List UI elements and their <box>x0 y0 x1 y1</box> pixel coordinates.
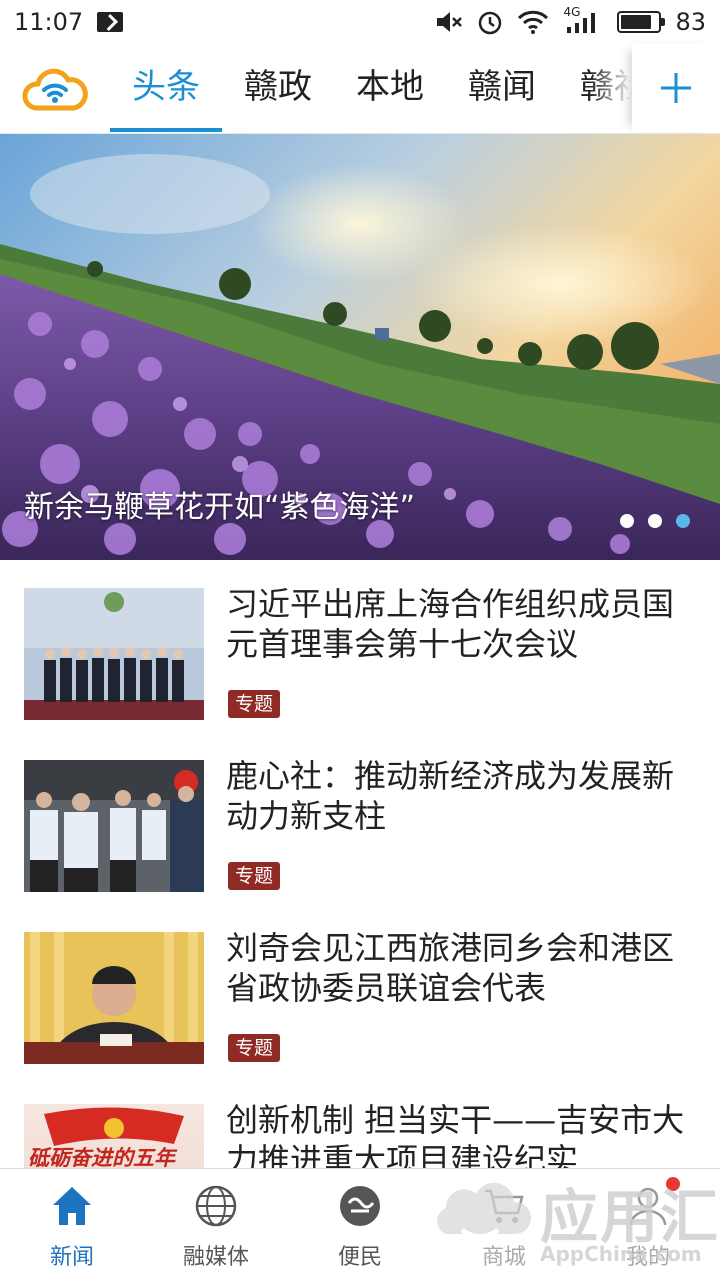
mute-icon <box>437 12 463 32</box>
status-bar: 11:07 4G 83 <box>0 0 720 44</box>
carousel-dot[interactable] <box>648 514 662 528</box>
hero-banner[interactable]: 新余马鞭草花开如“紫色海洋” <box>0 134 720 560</box>
carousel-dot-active[interactable] <box>676 514 690 528</box>
nav-mall[interactable]: 商城 <box>432 1169 576 1280</box>
list-item[interactable]: 习近平出席上海合作组织成员国元首理事会第十七次会议 专题 <box>0 560 720 732</box>
news-thumbnail <box>24 932 204 1064</box>
news-title[interactable]: 习近平出席上海合作组织成员国元首理事会第十七次会议 <box>226 584 696 664</box>
bottom-navigation: 新闻 融媒体 便民 商城 我的 <box>0 1168 720 1280</box>
service-icon <box>340 1186 380 1226</box>
carousel-indicator <box>620 514 690 528</box>
tab-ganwen[interactable]: 赣闻 <box>446 44 558 134</box>
tab-local[interactable]: 本地 <box>334 44 446 134</box>
news-title[interactable]: 刘奇会见江西旅港同乡会和港区省政协委员联谊会代表 <box>226 928 696 1008</box>
nav-news[interactable]: 新闻 <box>0 1169 144 1280</box>
notification-icon <box>97 12 124 32</box>
nav-label: 便民 <box>337 1245 382 1270</box>
battery-level: 83 <box>675 8 706 36</box>
status-time: 11:07 <box>14 8 84 36</box>
tab-fade <box>590 44 632 132</box>
battery-icon <box>617 11 666 33</box>
news-list: 习近平出席上海合作组织成员国元首理事会第十七次会议 专题 鹿心社：推动新经济成为… <box>0 560 720 1168</box>
nav-label: 新闻 <box>49 1245 94 1270</box>
list-item[interactable]: 鹿心社：推动新经济成为发展新动力新支柱 专题 <box>0 732 720 904</box>
alarm-icon <box>479 11 502 35</box>
news-thumbnail <box>24 760 204 892</box>
user-icon <box>629 1187 667 1226</box>
channel-tabs: 头条 赣政 本地 赣闻 赣社 <box>110 44 630 134</box>
hero-caption: 新余马鞭草花开如“紫色海洋” <box>24 490 416 525</box>
news-title[interactable]: 鹿心社：推动新经济成为发展新动力新支柱 <box>226 756 696 836</box>
news-title[interactable]: 创新机制 担当实干——吉安市大力推进重大项目建设纪实 <box>226 1100 696 1168</box>
notification-badge <box>666 1177 680 1191</box>
nav-service[interactable]: 便民 <box>288 1169 432 1280</box>
list-item[interactable]: 刘奇会见江西旅港同乡会和港区省政协委员联谊会代表 专题 <box>0 904 720 1076</box>
topic-tag: 专题 <box>228 690 281 718</box>
news-thumbnail: 砥砺奋进的五年 <box>24 1104 204 1168</box>
nav-profile[interactable]: 我的 <box>576 1169 720 1280</box>
topic-tag: 专题 <box>228 862 281 890</box>
nav-label: 我的 <box>625 1245 670 1270</box>
wifi-icon <box>518 10 549 34</box>
signal-icon: 4G <box>563 5 603 35</box>
topic-tag: 专题 <box>228 1034 281 1062</box>
cart-icon <box>485 1189 524 1223</box>
nav-label: 商城 <box>481 1245 526 1270</box>
carousel-dot[interactable] <box>620 514 634 528</box>
add-channel-button[interactable] <box>632 44 720 132</box>
tab-ganzheng[interactable]: 赣政 <box>222 44 334 134</box>
tab-headlines[interactable]: 头条 <box>110 44 222 134</box>
news-thumbnail <box>24 588 204 720</box>
app-logo[interactable] <box>22 60 88 116</box>
home-icon <box>53 1187 91 1225</box>
thumbnail-text: 砥砺奋进的五年 <box>28 1145 175 1168</box>
plus-icon <box>661 73 691 103</box>
nav-label: 融媒体 <box>182 1245 249 1270</box>
channel-tab-bar: 头条 赣政 本地 赣闻 赣社 <box>0 44 720 134</box>
globe-icon <box>195 1185 237 1227</box>
list-item[interactable]: 砥砺奋进的五年 创新机制 担当实干——吉安市大力推进重大项目建设纪实 <box>0 1076 720 1168</box>
nav-media[interactable]: 融媒体 <box>144 1169 288 1280</box>
